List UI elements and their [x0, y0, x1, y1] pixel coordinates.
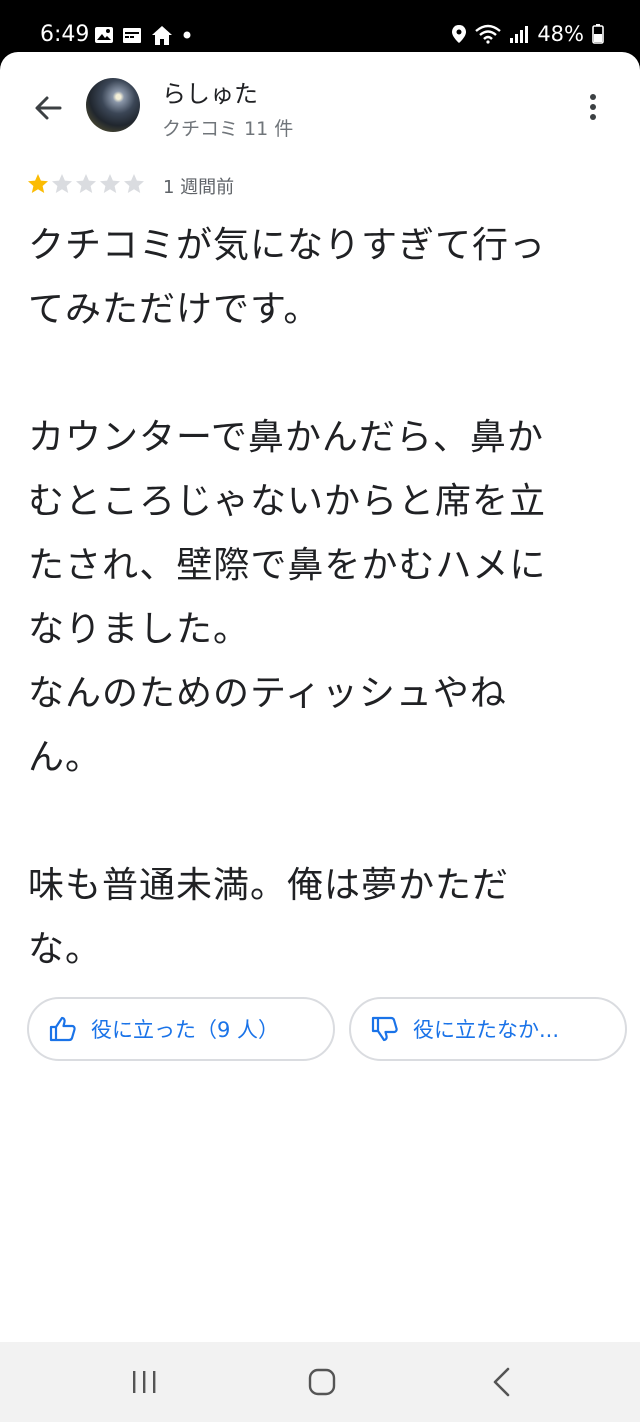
review-detail-page: らしゅた クチコミ 11 件 1 週間前 クチコミが気になりすぎて行っ てみただ… [0, 52, 640, 1342]
dot-icon [183, 31, 191, 39]
not-helpful-label: 役に立たなか... [413, 1018, 560, 1042]
recents-icon[interactable] [124, 1364, 164, 1400]
signal-icon [510, 26, 529, 43]
battery-percent: 48% [537, 22, 584, 46]
back-arrow-icon[interactable] [28, 88, 68, 128]
review-time: 1 週間前 [163, 177, 235, 198]
star-empty-icon [100, 174, 120, 193]
helpful-button[interactable]: 役に立った（9 人） [27, 997, 335, 1061]
more-options-icon[interactable] [578, 90, 608, 124]
calendar-icon [123, 28, 141, 43]
system-nav-bar [0, 1342, 640, 1422]
review-count: クチコミ 11 件 [162, 118, 294, 140]
home-icon [152, 26, 172, 45]
location-icon [452, 25, 467, 43]
thumbs-down-icon [371, 1016, 398, 1042]
nav-back-icon[interactable] [482, 1364, 522, 1400]
status-time: 6:49 [40, 22, 90, 47]
avatar[interactable] [86, 78, 140, 132]
status-left-icons [94, 24, 192, 46]
thumbs-up-icon [49, 1016, 76, 1042]
helpful-label: 役に立った（9 人） [91, 1018, 280, 1042]
star-rating [26, 172, 146, 196]
wifi-icon [475, 24, 502, 44]
home-circle-icon[interactable] [302, 1364, 342, 1400]
not-helpful-button[interactable]: 役に立たなか... [349, 997, 627, 1061]
status-right: 48% [451, 22, 604, 46]
review-text: クチコミが気になりすぎて行っ てみただけです。 カウンターで鼻かんだら、鼻か む… [28, 225, 547, 970]
user-name[interactable]: らしゅた [162, 74, 258, 109]
star-empty-icon [76, 174, 96, 193]
star-empty-icon [124, 174, 144, 193]
image-icon [95, 27, 113, 43]
star-filled-icon [28, 174, 48, 193]
battery-icon [592, 24, 604, 44]
star-empty-icon [52, 174, 72, 193]
